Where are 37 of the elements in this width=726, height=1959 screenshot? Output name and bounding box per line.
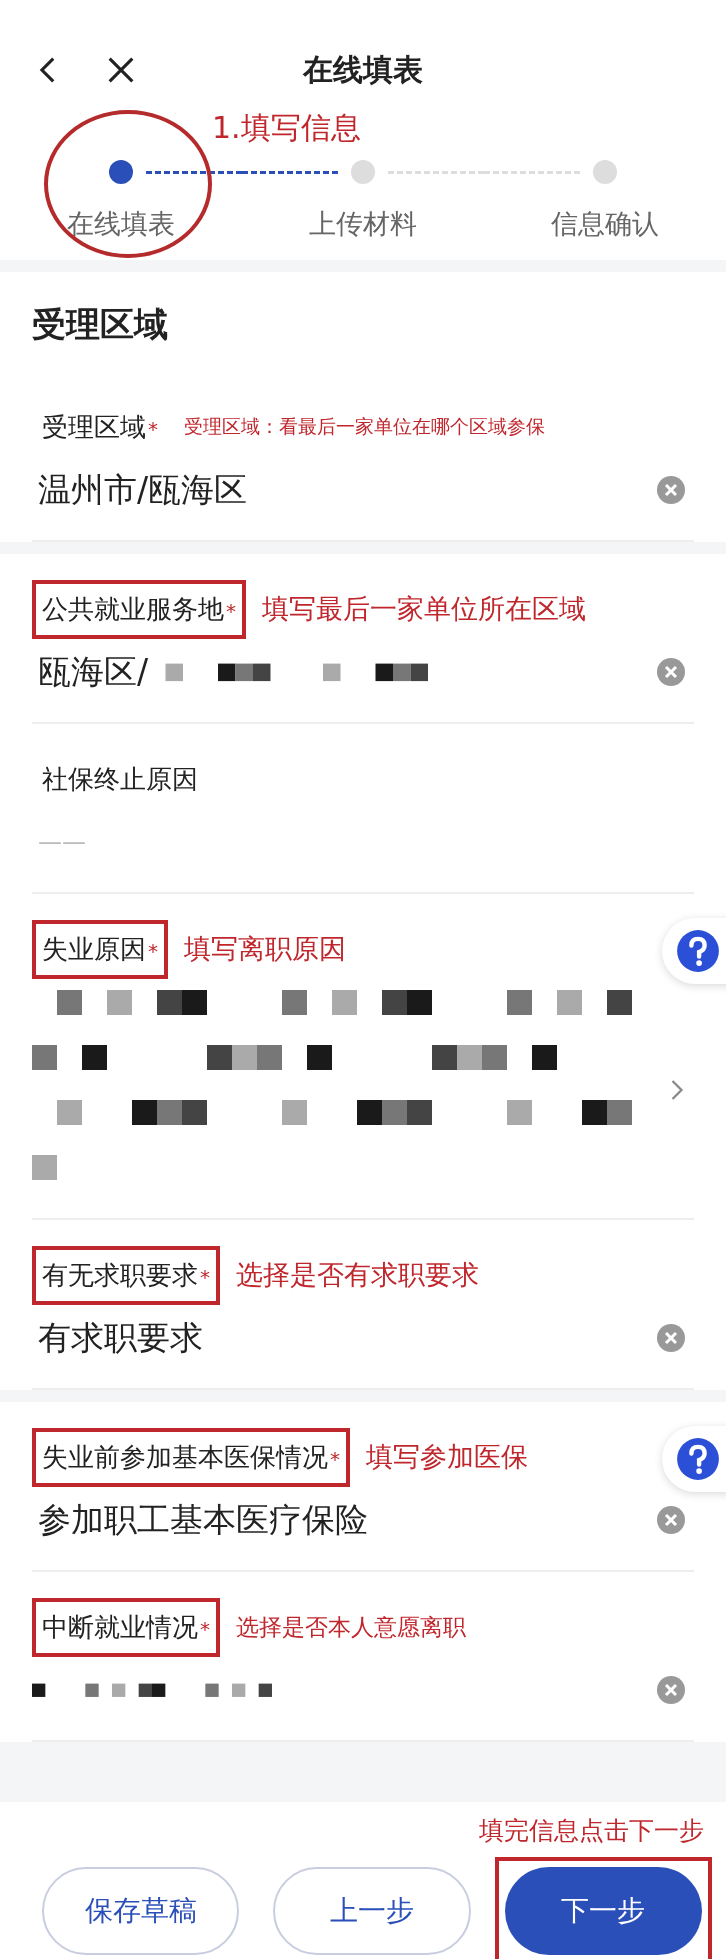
step-button[interactable]: 保存草稿	[42, 1867, 240, 1955]
step-button[interactable]: 上一步	[273, 1867, 471, 1955]
help-button[interactable]	[662, 1426, 726, 1492]
field-label: 公共就业服务地*	[32, 579, 246, 639]
field-value: 参加职工基本医疗保险	[37, 1498, 368, 1541]
annotation-text: 填写最后一家单位所在区域	[262, 592, 586, 626]
annotation-text: 1.填写信息	[212, 109, 361, 147]
field-value: 温州市/瓯海区	[37, 468, 248, 511]
annotation-text: 填写参加医保	[366, 1440, 528, 1474]
field-label: 失业前参加基本医保情况*	[32, 1427, 350, 1487]
annotation-text: 选择是否本人意愿离职	[236, 1612, 466, 1642]
question-icon	[676, 1437, 720, 1481]
annotation-text: 填写离职原因	[184, 932, 346, 966]
field-label: 中断就业情况*	[32, 1597, 220, 1657]
annotation-text: 选择是否有求职要求	[236, 1258, 479, 1292]
annotation-text: 受理区域：看最后一家单位在哪个区域参保	[184, 414, 545, 439]
step-label[interactable]: 在线填表	[67, 206, 175, 242]
clear-icon[interactable]	[656, 475, 686, 505]
next-button[interactable]: 下一步	[504, 1867, 702, 1955]
step-label[interactable]: 上传材料	[309, 206, 417, 242]
clear-icon[interactable]	[656, 1505, 686, 1535]
page-title: 在线填表	[303, 50, 423, 89]
annotation-text: 填完信息点击下一步	[478, 1815, 705, 1847]
question-icon	[676, 929, 720, 973]
help-button[interactable]	[662, 918, 726, 984]
field-label: 社保终止原因	[41, 762, 199, 796]
field-value: 有求职要求	[37, 1316, 203, 1359]
clear-icon[interactable]	[656, 657, 686, 687]
text-field[interactable]: ——	[32, 828, 238, 856]
step-label[interactable]: 信息确认	[551, 206, 659, 242]
field-label: 受理区域*	[41, 410, 159, 444]
clear-icon[interactable]	[656, 1675, 686, 1705]
section-title: 受理区域	[32, 303, 169, 346]
field-label: 失业原因*	[32, 919, 168, 979]
clear-icon[interactable]	[656, 1323, 686, 1353]
field-label: 有无求职要求*	[32, 1245, 220, 1305]
field-value: 瓯海区/	[37, 650, 149, 693]
